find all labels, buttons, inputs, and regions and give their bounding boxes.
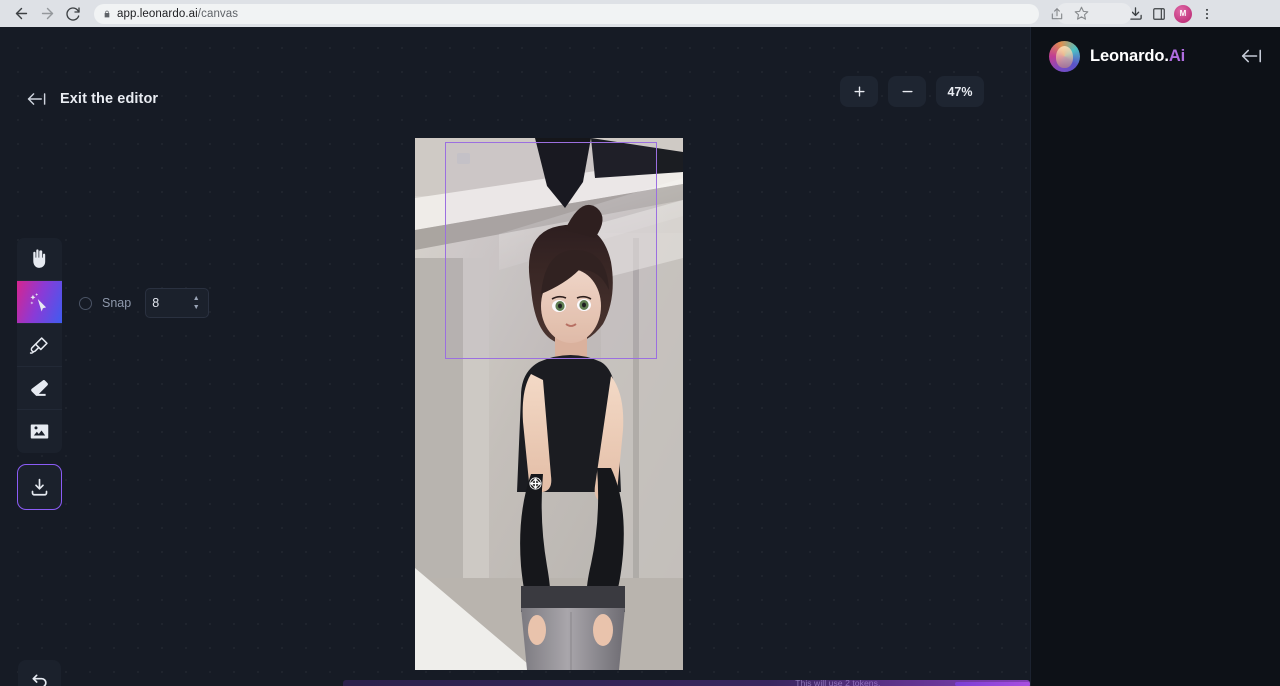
eraser-tool[interactable] <box>17 367 62 410</box>
zoom-out-button[interactable] <box>888 76 926 107</box>
brush-tool[interactable] <box>17 324 62 367</box>
address-bar[interactable]: app.leonardo.ai/canvas <box>94 4 1039 24</box>
snap-increment[interactable]: ▲ <box>190 295 202 303</box>
snap-input[interactable]: 8 ▲ ▼ <box>145 288 209 318</box>
eraser-icon <box>29 378 50 399</box>
image-tool[interactable] <box>17 410 62 453</box>
profile-initial: M <box>1174 5 1192 23</box>
snap-label: Snap <box>102 296 131 310</box>
bottom-prompt-bar[interactable] <box>343 680 1030 686</box>
magic-wand-cursor-icon <box>29 292 50 313</box>
hand-icon <box>29 249 50 270</box>
selection-handle[interactable] <box>457 153 470 164</box>
forward-arrow-icon[interactable] <box>34 1 60 27</box>
generated-image <box>415 138 683 670</box>
profile-avatar[interactable]: M <box>1171 2 1195 26</box>
zoom-controls: 47% <box>840 76 984 107</box>
download-to-canvas-icon <box>29 477 50 498</box>
collapse-panel-icon[interactable] <box>1239 46 1263 66</box>
star-icon[interactable] <box>1069 2 1093 26</box>
undo-icon <box>30 672 50 686</box>
exit-editor-label: Exit the editor <box>60 91 158 107</box>
image-icon <box>29 421 50 442</box>
snap-control: Snap 8 ▲ ▼ <box>79 288 209 318</box>
page-title: Leonardo.Ai <box>1090 47 1185 66</box>
paint-brush-icon <box>29 335 50 356</box>
move-cursor-icon <box>527 475 544 492</box>
plus-icon <box>852 84 867 99</box>
canvas-workspace[interactable]: Exit the editor 47% <box>0 27 1030 686</box>
back-arrow-icon[interactable] <box>8 1 34 27</box>
brand-label: Leonardo. <box>1090 47 1169 65</box>
export-tool[interactable] <box>17 464 62 510</box>
tool-rail <box>17 238 62 453</box>
right-sidebar: Leonardo.Ai 107 Upgrade Stable Diffusion… <box>1030 27 1280 686</box>
zoom-level-display[interactable]: 47% <box>936 76 984 107</box>
snap-value: 8 <box>152 296 190 310</box>
snap-stepper[interactable]: ▲ ▼ <box>190 295 202 312</box>
bottom-prompt-accent <box>955 682 1030 686</box>
reload-icon[interactable] <box>60 1 86 27</box>
share-icon[interactable] <box>1045 2 1069 26</box>
zoom-in-button[interactable] <box>840 76 878 107</box>
kebab-menu-icon[interactable] <box>1195 2 1219 26</box>
undo-button[interactable] <box>18 660 61 686</box>
artboard[interactable] <box>415 138 683 670</box>
sidebar-header: Leonardo.Ai <box>1031 27 1280 85</box>
exit-editor-button[interactable]: Exit the editor <box>26 85 158 113</box>
snap-toggle[interactable] <box>79 297 92 310</box>
exit-arrow-icon <box>26 91 48 107</box>
avatar[interactable] <box>1049 41 1080 72</box>
url-text: app.leonardo.ai/canvas <box>117 8 238 20</box>
snap-decrement[interactable]: ▼ <box>190 304 202 312</box>
app-root: Exit the editor 47% <box>0 27 1280 686</box>
hand-tool[interactable] <box>17 238 62 281</box>
browser-toolbar: app.leonardo.ai/canvas M <box>0 0 1280 27</box>
side-panel-icon[interactable] <box>1147 2 1171 26</box>
minus-icon <box>900 84 915 99</box>
brand-suffix: Ai <box>1169 47 1185 65</box>
magic-select-tool[interactable] <box>17 281 62 324</box>
lock-icon <box>103 9 111 19</box>
